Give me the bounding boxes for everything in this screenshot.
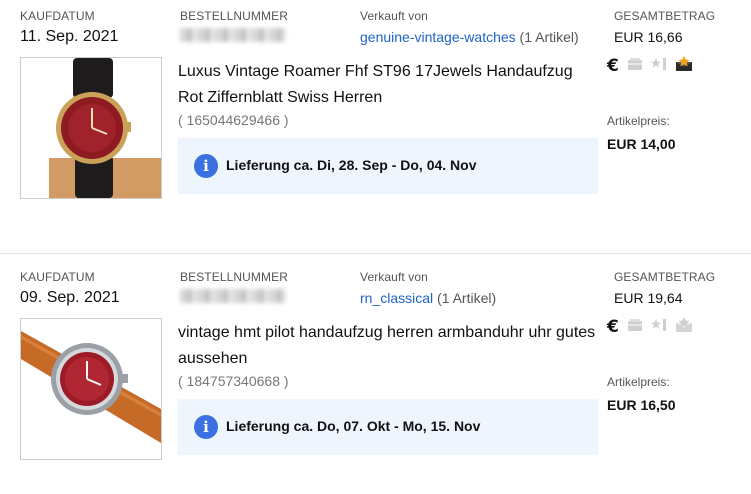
purchase-date-label: KAUFDATUM bbox=[20, 270, 95, 284]
item-price: EUR 14,00 bbox=[607, 136, 676, 152]
info-icon: i bbox=[194, 415, 218, 439]
sold-by-label: Verkauft von bbox=[360, 9, 428, 23]
total-label: GESAMTBETRAG bbox=[614, 270, 716, 284]
shipped-icon bbox=[627, 318, 643, 337]
euro-paid-icon: € bbox=[607, 317, 619, 337]
order-card: KAUFDATUM BESTELLNUMMER Verkauft von GES… bbox=[0, 261, 751, 491]
order-card: KAUFDATUM BESTELLNUMMER Verkauft von GES… bbox=[0, 0, 751, 230]
euro-paid-icon: € bbox=[607, 56, 619, 76]
feedback-icon bbox=[650, 57, 667, 76]
status-icons: € bbox=[607, 55, 701, 77]
feedback-received-icon bbox=[675, 316, 693, 338]
status-icons: € bbox=[607, 316, 701, 338]
delivery-estimate: Lieferung ca. Do, 07. Okt - Mo, 15. Nov bbox=[226, 418, 481, 434]
delivery-banner: i Lieferung ca. Di, 28. Sep - Do, 04. No… bbox=[178, 138, 598, 194]
item-price: EUR 16,50 bbox=[607, 397, 676, 413]
feedback-icon bbox=[650, 318, 667, 337]
purchase-date: 11. Sep. 2021 bbox=[20, 28, 119, 45]
order-number-redacted bbox=[180, 28, 286, 42]
item-thumbnail[interactable] bbox=[20, 318, 162, 460]
order-number-label: BESTELLNUMMER bbox=[180, 9, 288, 23]
seller-link[interactable]: genuine-vintage-watches bbox=[360, 29, 516, 45]
item-price-label: Artikelpreis: bbox=[607, 375, 670, 389]
sold-by-label: Verkauft von bbox=[360, 270, 428, 284]
seller-info: genuine-vintage-watches (1 Artikel) bbox=[360, 29, 579, 45]
order-number-redacted bbox=[180, 289, 286, 303]
delivery-banner: i Lieferung ca. Do, 07. Okt - Mo, 15. No… bbox=[178, 399, 598, 455]
order-number-label: BESTELLNUMMER bbox=[180, 270, 288, 284]
item-title[interactable]: Luxus Vintage Roamer Fhf ST96 17Jewels H… bbox=[178, 59, 598, 111]
item-price-label: Artikelpreis: bbox=[607, 114, 670, 128]
order-total: EUR 16,66 bbox=[614, 29, 683, 45]
seller-link[interactable]: rn_classical bbox=[360, 290, 433, 306]
delivery-estimate: Lieferung ca. Di, 28. Sep - Do, 04. Nov bbox=[226, 157, 477, 173]
seller-item-count: (1 Artikel) bbox=[437, 290, 497, 306]
watch-image bbox=[21, 319, 161, 459]
item-title[interactable]: vintage hmt pilot handaufzug herren armb… bbox=[178, 320, 598, 372]
shipped-icon bbox=[627, 57, 643, 76]
seller-item-count: (1 Artikel) bbox=[519, 29, 579, 45]
item-number: ( 184757340668 ) bbox=[178, 373, 289, 389]
order-divider bbox=[0, 253, 751, 254]
info-icon: i bbox=[194, 154, 218, 178]
order-total: EUR 19,64 bbox=[614, 290, 683, 306]
purchase-date: 09. Sep. 2021 bbox=[20, 289, 120, 306]
watch-image bbox=[21, 58, 161, 198]
feedback-received-icon bbox=[675, 55, 693, 77]
seller-info: rn_classical (1 Artikel) bbox=[360, 290, 496, 306]
item-number: ( 165044629466 ) bbox=[178, 112, 289, 128]
purchase-date-label: KAUFDATUM bbox=[20, 9, 95, 23]
item-thumbnail[interactable] bbox=[20, 57, 162, 199]
total-label: GESAMTBETRAG bbox=[614, 9, 716, 23]
